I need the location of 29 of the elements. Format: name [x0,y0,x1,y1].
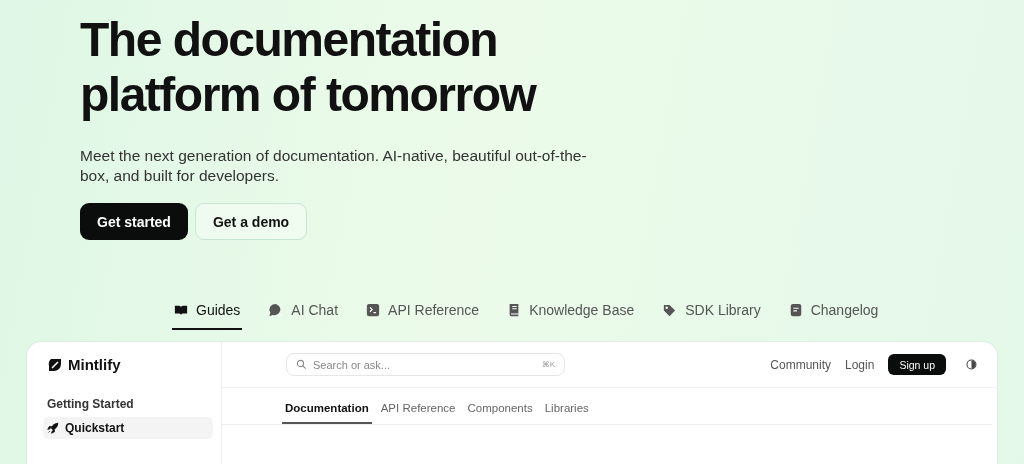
sign-up-button[interactable]: Sign up [888,354,946,375]
tab[interactable]: Components [464,388,536,424]
demo-button[interactable]: Get a demo [194,203,308,240]
nav-link[interactable]: Login [845,357,875,372]
document-icon [788,303,803,317]
nav-link[interactable]: Community [770,357,831,372]
terminal-icon [366,303,381,317]
hero-subtitle: Meet the next generation of documentation. AI-native, beautiful out-of-the-box, and built for developers. [80,146,588,186]
sidebar-heading: Getting Started [47,397,135,411]
tab[interactable]: Changelog [786,302,881,330]
tab[interactable]: Libraries [541,388,592,424]
theme-toggle-icon[interactable] [966,359,977,370]
tab[interactable]: API Reference [377,388,459,424]
tag-icon [662,302,678,318]
logo-icon [47,356,63,373]
rocket-icon [47,422,59,434]
shortcut-hint: ⌘K [541,360,555,369]
hero-title: The documentation platform of tomorrow [80,12,537,122]
tab[interactable]: Guides [172,302,243,330]
sidebar-item[interactable]: Quickstart [43,417,213,439]
tab[interactable]: Documentation [282,388,372,424]
logo-text: Mintlify [68,356,121,373]
tab[interactable]: SDK Library [660,302,763,330]
tab[interactable]: AI Chat [266,302,341,330]
get-started-button[interactable]: Get started [80,203,188,240]
tab[interactable]: API Reference [364,302,482,330]
book-icon [174,303,188,317]
chat-icon [268,302,284,318]
tab[interactable]: Knowledge Base [505,302,637,330]
